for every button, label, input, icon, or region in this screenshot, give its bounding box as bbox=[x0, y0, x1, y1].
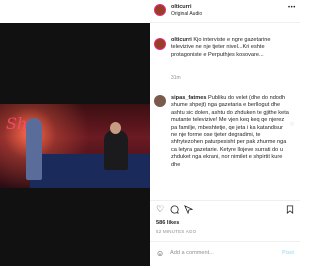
comment-like-icon[interactable]: ♡ bbox=[290, 122, 294, 128]
add-comment-input[interactable]: Add a comment... bbox=[170, 250, 214, 256]
emoji-icon[interactable]: ☺ bbox=[156, 249, 164, 258]
host-head bbox=[110, 122, 121, 134]
share-icon[interactable] bbox=[184, 205, 194, 216]
like-icon[interactable]: ♡ bbox=[156, 205, 164, 214]
caption-time: 31m bbox=[171, 75, 181, 81]
more-options-icon[interactable]: ••• bbox=[288, 5, 296, 11]
host-figure bbox=[104, 130, 128, 170]
avatar[interactable] bbox=[154, 4, 166, 16]
video-frame: Sho bbox=[0, 104, 150, 188]
caption-username[interactable]: olticurri bbox=[171, 37, 192, 43]
comment-body: Publiku do velet (dhe do ndodh shume shp… bbox=[171, 95, 289, 168]
instagram-post: Sho olticurri Original Audio ••• olticur… bbox=[0, 0, 300, 266]
comment-text: sipas_fatmes Publiku do velet (dhe do nd… bbox=[171, 95, 289, 199]
posted-time: 52 MINUTES AGO bbox=[156, 229, 197, 234]
caption-text: olticurri Kjo interviste e ngre gazetari… bbox=[171, 37, 293, 59]
bookmark-icon[interactable] bbox=[286, 205, 294, 216]
comment-username[interactable]: sipas_fatmes bbox=[171, 95, 206, 101]
comment-icon[interactable] bbox=[170, 205, 179, 216]
post-button[interactable]: Post bbox=[282, 250, 294, 256]
comment-avatar[interactable] bbox=[154, 95, 166, 107]
audio-label[interactable]: Original Audio bbox=[171, 11, 202, 17]
guest-figure bbox=[26, 118, 42, 180]
likes-count[interactable]: 586 likes bbox=[156, 220, 179, 226]
header-username[interactable]: olticurri bbox=[171, 4, 191, 10]
studio-desk bbox=[30, 154, 150, 188]
add-comment-row: ☺ Add a comment... Post bbox=[150, 241, 300, 268]
post-actions: ♡ 586 likes 52 MINUTES AGO ☺ Add a comme… bbox=[150, 200, 300, 267]
video-player[interactable]: Sho bbox=[0, 23, 150, 266]
caption-avatar[interactable] bbox=[154, 38, 166, 50]
post-header: olticurri Original Audio ••• bbox=[150, 0, 300, 23]
